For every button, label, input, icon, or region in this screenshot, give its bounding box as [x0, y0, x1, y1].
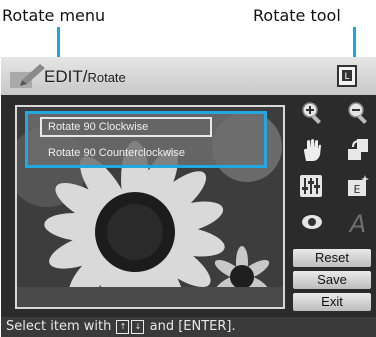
effect-icon[interactable]: E — [345, 173, 371, 199]
svg-text:L: L — [344, 72, 349, 82]
svg-text:E: E — [354, 183, 361, 196]
menu-item-label: Rotate 90 Clockwise — [48, 121, 149, 133]
red-eye-icon[interactable] — [299, 209, 325, 235]
menu-item-rotate-clockwise[interactable]: Rotate 90 Clockwise — [28, 116, 264, 140]
rotate-icon[interactable] — [345, 137, 371, 163]
pencil-icon — [10, 64, 45, 88]
status-text-prefix: Select item with — [6, 319, 112, 334]
hand-icon[interactable] — [299, 137, 325, 163]
edit-screen: EDIT/Rotate L Rotate 90 Clockwise Rotate… — [1, 57, 376, 337]
rotate-menu-callout: Rotate menu — [2, 6, 106, 25]
svg-text:A: A — [348, 210, 366, 235]
text-icon[interactable]: A — [345, 209, 371, 235]
exit-button[interactable]: Exit — [293, 293, 371, 311]
page-title: EDIT/Rotate — [44, 67, 126, 87]
zoom-in-icon[interactable] — [299, 100, 325, 126]
status-text-suffix: and [ENTER]. — [149, 319, 236, 334]
header-bar: EDIT/Rotate L — [1, 57, 376, 95]
reset-button[interactable]: Reset — [293, 249, 371, 267]
adjust-icon[interactable] — [298, 173, 324, 199]
print-icon: L — [337, 65, 357, 87]
save-button[interactable]: Save — [293, 271, 371, 289]
menu-item-label: Rotate 90 Counterclockwise — [48, 147, 185, 159]
down-key-icon: ↓ — [131, 319, 145, 334]
page-subtitle: Rotate — [87, 70, 126, 85]
page-title-main: EDIT — [44, 67, 83, 86]
zoom-out-icon[interactable] — [345, 100, 371, 126]
menu-item-rotate-counterclockwise[interactable]: Rotate 90 Counterclockwise — [28, 142, 264, 166]
rotate-tool-callout: Rotate tool — [253, 6, 341, 25]
up-key-icon: ↑ — [116, 319, 130, 334]
rotate-menu: Rotate 90 Clockwise Rotate 90 Counterclo… — [25, 111, 267, 168]
status-bar: Select item with ↑ ↓ and [ENTER]. — [1, 317, 376, 337]
